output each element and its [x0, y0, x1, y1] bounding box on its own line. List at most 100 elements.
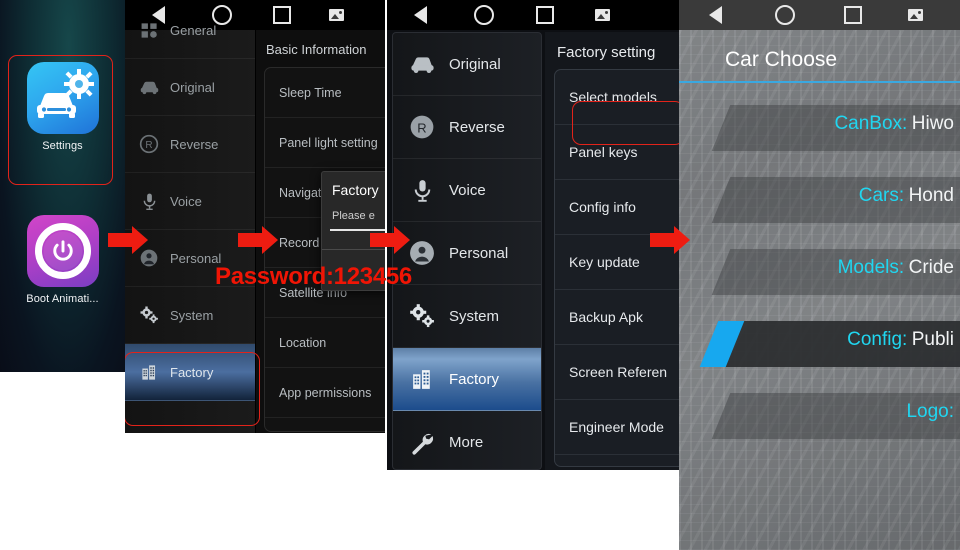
general-icon — [137, 18, 161, 42]
screenshot-icon[interactable] — [311, 9, 361, 21]
sidebar-item-label: Voice — [170, 193, 202, 209]
android-navbar — [387, 0, 679, 30]
screenshot-icon[interactable] — [575, 9, 629, 21]
settings-highlight-box — [8, 55, 113, 185]
select-models-highlight-box — [572, 101, 679, 145]
row-text: Models: Cride — [679, 257, 960, 279]
back-triangle-icon[interactable] — [679, 6, 751, 24]
svg-text:R: R — [417, 120, 426, 135]
screenshot-stage: Settings Boot Animati... General Origina… — [0, 0, 960, 550]
sidebar-item-system[interactable]: System — [125, 287, 255, 344]
title-divider — [679, 81, 960, 83]
list-item[interactable]: Panel light setting — [265, 118, 385, 168]
sidebar-item-original[interactable]: Original — [393, 33, 541, 96]
row-models[interactable]: Models: Cride — [679, 241, 960, 313]
home-circle-icon[interactable] — [751, 5, 819, 25]
flow-arrow-2 — [238, 226, 280, 254]
factory-highlight-box — [125, 352, 260, 426]
row-canbox[interactable]: CanBox: Hiwo — [679, 97, 960, 169]
gears-icon — [407, 301, 437, 331]
detail-title: Factory setting — [557, 44, 656, 61]
settings-panel: General Original R Reverse Voice Persona… — [125, 0, 385, 433]
list-item-screen-reference[interactable]: Screen Referen — [555, 345, 679, 400]
recents-square-icon[interactable] — [515, 6, 575, 24]
detail-title: Basic Information — [266, 42, 367, 57]
row-config[interactable]: Config: Publi — [679, 313, 960, 385]
sidebar-item-voice[interactable]: Voice — [393, 159, 541, 222]
sidebar-item-label: System — [449, 307, 500, 325]
car-choose-panel: Car Choose CanBox: Hiwo Cars: Hond Model… — [679, 0, 960, 550]
sidebar-item-label: System — [170, 307, 214, 323]
car-icon — [407, 49, 437, 79]
sidebar-item-more[interactable]: More — [393, 411, 541, 470]
sidebar-item-general[interactable]: General — [125, 2, 255, 59]
dialog-hint: Please e — [332, 210, 375, 222]
reverse-r-icon: R — [137, 132, 161, 156]
microphone-icon — [407, 175, 437, 205]
sidebar-item-label: General — [170, 22, 217, 38]
password-annotation: Password:123456 — [215, 263, 412, 290]
sidebar-item-label: Original — [170, 79, 215, 95]
row-value: Hond — [908, 185, 954, 206]
sidebar-item-label: More — [449, 434, 484, 451]
row-key: CanBox: — [834, 113, 908, 134]
sidebar-item-label: Voice — [449, 181, 486, 199]
car-choose-body: Car Choose CanBox: Hiwo Cars: Hond Model… — [679, 30, 960, 550]
reverse-r-icon: R — [407, 112, 437, 142]
list-item[interactable]: Sleep Time — [265, 68, 385, 118]
row-text: CanBox: Hiwo — [679, 113, 960, 135]
power-icon — [52, 240, 73, 261]
android-navbar — [679, 0, 960, 30]
row-cars[interactable]: Cars: Hond — [679, 169, 960, 241]
app-label: Boot Animati... — [26, 293, 99, 305]
boot-animation-app-icon — [26, 215, 99, 287]
sidebar-item-label: Factory — [449, 370, 500, 388]
row-key: Cars: — [858, 185, 905, 206]
sidebar-item-personal[interactable]: Personal — [393, 222, 541, 285]
sidebar-item-label: Reverse — [449, 118, 505, 136]
recents-square-icon[interactable] — [819, 6, 887, 24]
sidebar-item-factory[interactable]: Factory — [393, 348, 541, 411]
back-triangle-icon[interactable] — [387, 6, 453, 24]
factory-icon — [407, 364, 437, 394]
factory-sidebar: Original R Reverse Voice Personal System… — [392, 32, 542, 470]
list-item[interactable]: Location — [265, 318, 385, 368]
row-value: Hiwo — [911, 113, 954, 134]
row-logo[interactable]: Logo: — [679, 385, 960, 457]
sidebar-item-label: Personal — [449, 244, 509, 262]
list-item[interactable]: App permissions — [265, 368, 385, 418]
row-key: Models: — [837, 257, 905, 278]
recents-square-icon[interactable] — [253, 6, 311, 24]
list-item-engineer-mode[interactable]: Engineer Mode — [555, 400, 679, 455]
gears-icon — [137, 303, 161, 327]
sidebar-item-system[interactable]: System — [393, 285, 541, 348]
row-text: Logo: — [679, 401, 960, 423]
row-key: Config: — [847, 329, 908, 350]
page-title: Car Choose — [725, 48, 838, 71]
screenshot-icon[interactable] — [887, 9, 943, 21]
row-key: Logo: — [906, 401, 954, 422]
sidebar-item-reverse[interactable]: R Reverse — [393, 96, 541, 159]
flow-arrow-1 — [108, 226, 150, 254]
microphone-icon — [137, 189, 161, 213]
row-text: Config: Publi — [679, 329, 960, 351]
flow-arrow-4 — [650, 226, 692, 254]
row-value: Cride — [908, 257, 954, 278]
home-circle-icon[interactable] — [453, 5, 515, 25]
sidebar-item-voice[interactable]: Voice — [125, 173, 255, 230]
sidebar-item-label: Personal — [170, 250, 222, 266]
app-boot-animation[interactable]: Boot Animati... — [0, 215, 125, 305]
row-text: Cars: Hond — [679, 185, 960, 207]
list-item-backup-apk[interactable]: Backup Apk — [555, 290, 679, 345]
svg-text:R: R — [145, 140, 152, 151]
sidebar-item-label: Original — [449, 55, 501, 73]
car-icon — [137, 75, 161, 99]
sidebar-item-reverse[interactable]: R Reverse — [125, 116, 255, 173]
wrench-icon — [407, 428, 437, 458]
flow-arrow-3 — [370, 226, 412, 254]
sidebar-item-original[interactable]: Original — [125, 59, 255, 116]
row-value: Publi — [911, 329, 954, 350]
launcher-panel: Settings Boot Animati... — [0, 0, 125, 372]
dialog-title: Factory — [332, 182, 379, 198]
factory-settings-panel: Original R Reverse Voice Personal System… — [387, 0, 679, 470]
